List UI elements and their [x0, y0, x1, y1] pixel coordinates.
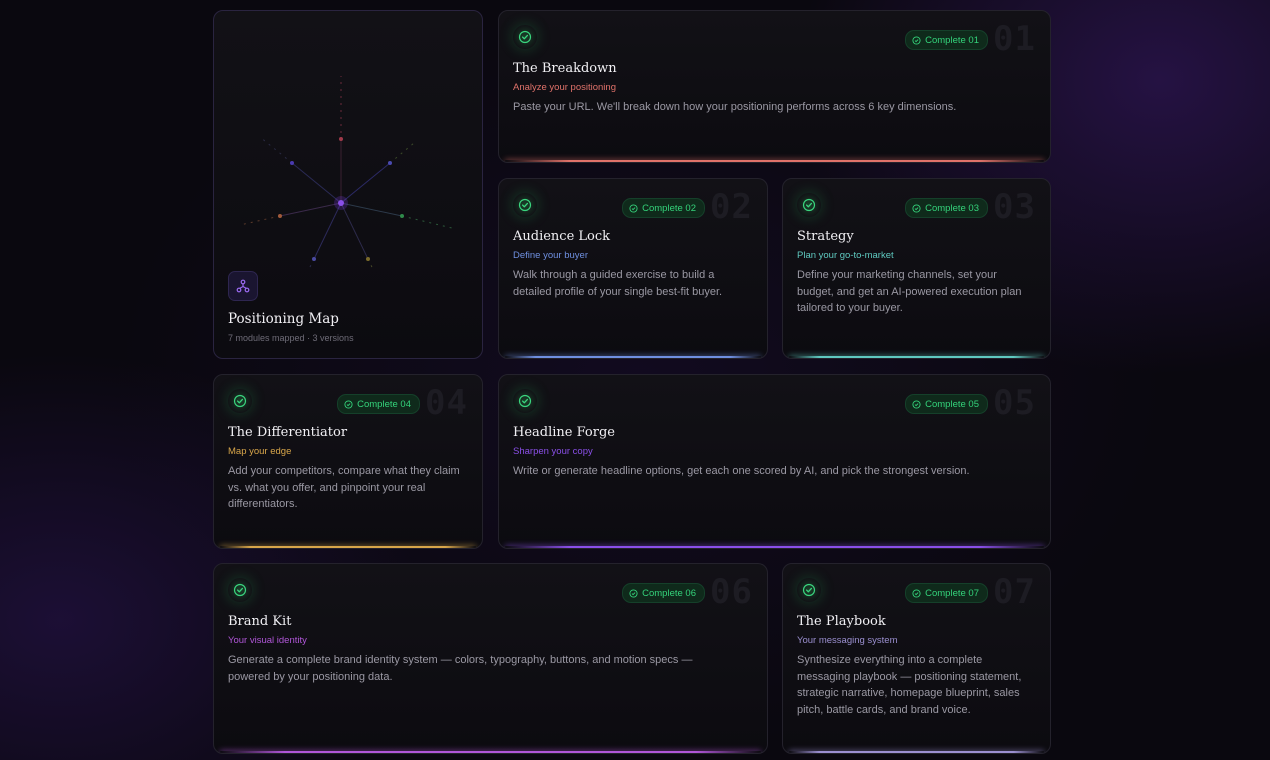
- positioning-map-card[interactable]: Positioning Map 7 modules mapped · 3 ver…: [213, 10, 483, 359]
- module-number: 05: [993, 383, 1036, 423]
- accent-bar: [505, 356, 761, 358]
- module-description: Paste your URL. We'll break down how you…: [513, 101, 957, 113]
- check-icon: [513, 389, 537, 413]
- module-description: Generate a complete brand identity syste…: [228, 654, 693, 683]
- module-description: Synthesize everything into a complete me…: [797, 654, 1022, 716]
- module-subtitle: Your messaging system: [797, 635, 898, 646]
- module-title: The Breakdown: [513, 61, 617, 76]
- module-title: Brand Kit: [228, 614, 292, 629]
- check-circle-icon: [912, 399, 921, 409]
- check-icon: [797, 193, 821, 217]
- module-description: Write or generate headline options, get …: [513, 465, 970, 477]
- module-title: Headline Forge: [513, 425, 615, 440]
- module-card-differentiator[interactable]: Complete 04 04 The Differentiator Map your …: [213, 374, 483, 549]
- check-icon: [513, 193, 537, 217]
- module-number: 01: [993, 19, 1036, 59]
- check-circle-icon: [912, 203, 921, 213]
- module-description: Define your marketing channels, set your…: [797, 269, 1022, 314]
- status-text: Complete 06: [642, 587, 696, 599]
- status-text: Complete 03: [925, 202, 979, 214]
- module-subtitle: Analyze your positioning: [513, 82, 616, 93]
- status-text: Complete 04: [357, 398, 411, 410]
- module-subtitle: Map your edge: [228, 446, 292, 457]
- module-number: 06: [710, 572, 753, 612]
- module-number: 07: [993, 572, 1036, 612]
- status-badge: Complete 03: [905, 198, 988, 218]
- module-title: The Differentiator: [228, 425, 348, 440]
- check-circle-icon: [912, 588, 921, 598]
- status-text: Complete 07: [925, 587, 979, 599]
- module-title: Strategy: [797, 229, 854, 244]
- module-description: Add your competitors, compare what they …: [228, 465, 460, 510]
- module-number: 02: [710, 187, 753, 227]
- positioning-map-graphic: [239, 76, 457, 271]
- module-card-brand-kit[interactable]: Complete 06 06 Brand Kit Your visual identi…: [213, 563, 768, 754]
- check-circle-icon: [912, 35, 921, 45]
- module-subtitle: Sharpen your copy: [513, 446, 593, 457]
- status-badge: Complete 06: [622, 583, 705, 603]
- module-description: Walk through a guided exercise to build …: [513, 269, 723, 298]
- module-card-audience-lock[interactable]: Complete 02 02 Audience Lock Define your bu…: [498, 178, 768, 359]
- accent-bar: [220, 751, 761, 753]
- module-subtitle: Your visual identity: [228, 635, 307, 646]
- status-badge: Complete 04: [337, 394, 420, 414]
- accent-bar: [505, 160, 1044, 162]
- accent-bar: [789, 751, 1044, 753]
- positioning-map-subtitle: 7 modules mapped · 3 versions: [228, 333, 354, 343]
- module-title: The Playbook: [797, 614, 886, 629]
- check-circle-icon: [629, 203, 638, 213]
- check-icon: [228, 578, 252, 602]
- check-icon: [228, 389, 252, 413]
- status-text: Complete 02: [642, 202, 696, 214]
- status-badge: Complete 07: [905, 583, 988, 603]
- module-card-headline-forge[interactable]: Complete 05 05 Headline Forge Sharpen your …: [498, 374, 1051, 549]
- check-circle-icon: [629, 588, 638, 598]
- positioning-map-title: Positioning Map: [228, 311, 339, 327]
- check-circle-icon: [344, 399, 353, 409]
- module-card-playbook[interactable]: Complete 07 07 The Playbook Your messaging …: [782, 563, 1051, 754]
- accent-bar: [789, 356, 1044, 358]
- module-number: 03: [993, 187, 1036, 227]
- accent-bar: [220, 546, 476, 548]
- status-badge: Complete 02: [622, 198, 705, 218]
- check-icon: [797, 578, 821, 602]
- module-subtitle: Define your buyer: [513, 250, 588, 261]
- status-text: Complete 01: [925, 34, 979, 46]
- module-card-strategy[interactable]: Complete 03 03 Strategy Plan your go-to-mar…: [782, 178, 1051, 359]
- check-icon: [513, 25, 537, 49]
- module-card-breakdown[interactable]: Complete 01 01 The Breakdown Analyze your p…: [498, 10, 1051, 163]
- status-badge: Complete 01: [905, 30, 988, 50]
- module-subtitle: Plan your go-to-market: [797, 250, 894, 261]
- status-badge: Complete 05: [905, 394, 988, 414]
- module-title: Audience Lock: [513, 229, 611, 244]
- module-number: 04: [425, 383, 468, 423]
- accent-bar: [505, 546, 1044, 548]
- network-icon: [228, 271, 258, 301]
- status-text: Complete 05: [925, 398, 979, 410]
